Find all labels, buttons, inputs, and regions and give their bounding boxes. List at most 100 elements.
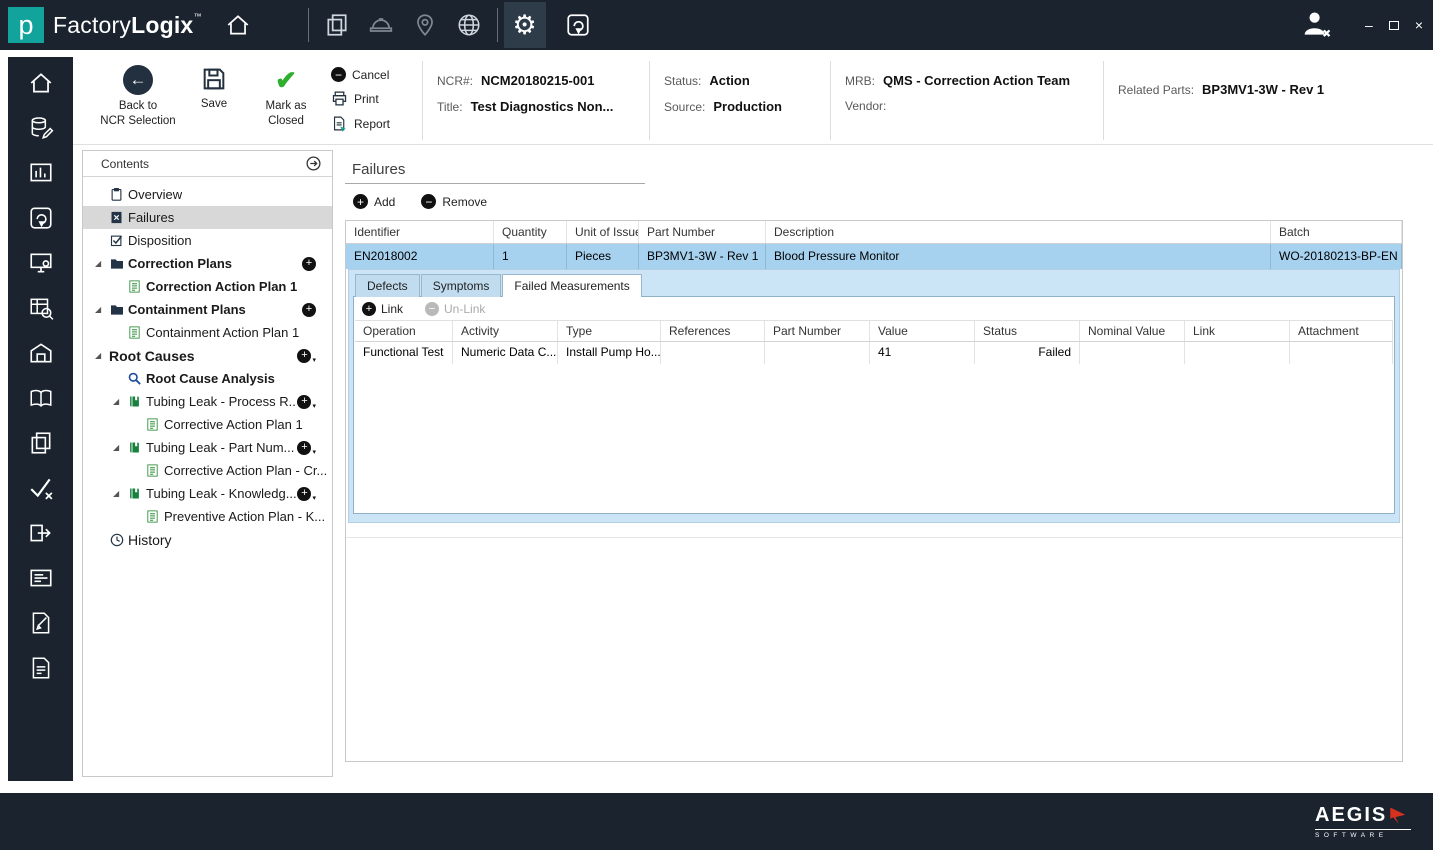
tab-failed-measurements[interactable]: Failed Measurements — [502, 274, 641, 297]
tree-item-preventive-action-plan-k[interactable]: Preventive Action Plan - K... — [83, 505, 332, 528]
user-logout-icon[interactable] — [1299, 7, 1333, 41]
sidebar-transfer-icon[interactable] — [27, 519, 55, 547]
remove-failure-button[interactable]: − Remove — [421, 194, 487, 209]
minimize-icon[interactable]: – — [1365, 17, 1373, 33]
tree-item-correction-plans[interactable]: ◢ Correction Plans + — [83, 252, 332, 275]
factorylogix-logo: p — [8, 7, 44, 43]
add-containment-plan-button[interactable]: + — [302, 303, 316, 317]
contents-tree: Overview Failures Disposition ◢ Correcti… — [83, 177, 332, 551]
unlink-button[interactable]: − Un-Link — [425, 302, 485, 316]
add-failure-button[interactable]: + Add — [353, 194, 395, 209]
expander-icon[interactable]: ◢ — [95, 305, 109, 314]
column-header-activity[interactable]: Activity — [453, 321, 558, 341]
sidebar-validate-icon[interactable] — [27, 474, 55, 502]
column-header-unit-of-issue[interactable]: Unit of Issue — [567, 221, 639, 243]
expander-icon[interactable]: ◢ — [113, 397, 127, 406]
location-pin-icon[interactable] — [403, 3, 447, 47]
column-header-attachment[interactable]: Attachment — [1290, 321, 1393, 341]
add-plan-button[interactable]: +▾ — [297, 395, 316, 409]
sidebar-home-icon[interactable] — [27, 69, 55, 97]
sidebar-table-search-icon[interactable] — [27, 294, 55, 322]
tree-item-root-causes[interactable]: ◢ Root Causes +▾ — [83, 344, 332, 367]
failure-row-selected[interactable]: EN2018002 1 Pieces BP3MV1-3W - Rev 1 Blo… — [346, 244, 1402, 269]
print-button[interactable]: Print — [331, 90, 422, 107]
green-list-icon — [145, 509, 164, 524]
add-plan-button[interactable]: +▾ — [297, 487, 316, 501]
sidebar-book-icon[interactable] — [27, 384, 55, 412]
mark-as-closed-button[interactable]: ✔ Mark asClosed — [245, 57, 327, 144]
column-header-status[interactable]: Status — [975, 321, 1080, 341]
hardhat-icon[interactable] — [359, 3, 403, 47]
clipboard-icon — [109, 187, 128, 202]
tree-item-tubing-leak-process[interactable]: ◢ Tubing Leak - Process R... +▾ — [83, 390, 332, 413]
expander-icon[interactable]: ◢ — [95, 259, 109, 268]
tree-item-containment-action-plan-1[interactable]: Containment Action Plan 1 — [83, 321, 332, 344]
expander-icon[interactable]: ◢ — [113, 489, 127, 498]
expander-icon[interactable]: ◢ — [95, 351, 109, 360]
globe-icon[interactable] — [447, 3, 491, 47]
column-header-identifier[interactable]: Identifier — [346, 221, 494, 243]
sidebar-document-edit-icon[interactable] — [27, 609, 55, 637]
cancel-button[interactable]: − Cancel — [331, 67, 422, 82]
tab-symptoms[interactable]: Symptoms — [421, 274, 502, 297]
tree-item-failures[interactable]: Failures — [83, 206, 332, 229]
link-button[interactable]: + Link — [362, 302, 403, 316]
column-header-operation[interactable]: Operation — [355, 321, 453, 341]
bottom-bar: AEGIS SOFTWARE — [0, 793, 1433, 850]
sidebar-report-edit-icon[interactable] — [27, 654, 55, 682]
tab-defects[interactable]: Defects — [355, 274, 420, 297]
sidebar-database-edit-icon[interactable] — [27, 114, 55, 142]
sidebar-sync-icon[interactable] — [27, 204, 55, 232]
close-icon[interactable]: × — [1415, 17, 1423, 33]
column-header-description[interactable]: Description — [766, 221, 1271, 243]
column-header-references[interactable]: References — [661, 321, 765, 341]
tree-item-containment-plans[interactable]: ◢ Containment Plans + — [83, 298, 332, 321]
remove-icon: − — [421, 194, 436, 209]
measurement-row[interactable]: Functional Test Numeric Data C... Instal… — [355, 342, 1393, 364]
tree-item-corrective-action-plan-cr[interactable]: Corrective Action Plan - Cr... — [83, 459, 332, 482]
add-correction-plan-button[interactable]: + — [302, 257, 316, 271]
report-button[interactable]: Report — [331, 115, 422, 132]
column-header-type[interactable]: Type — [558, 321, 661, 341]
add-plan-button[interactable]: +▾ — [297, 441, 316, 455]
column-header-nominal-value[interactable]: Nominal Value — [1080, 321, 1185, 341]
source-value: Production — [713, 99, 782, 114]
column-header-quantity[interactable]: Quantity — [494, 221, 567, 243]
column-header-link[interactable]: Link — [1185, 321, 1290, 341]
contents-title: Contents — [101, 157, 305, 171]
source-label: Source: — [664, 100, 705, 114]
tree-item-history[interactable]: History — [83, 528, 332, 551]
tree-item-tubing-leak-part[interactable]: ◢ Tubing Leak - Part Num... +▾ — [83, 436, 332, 459]
sync-history-icon[interactable] — [556, 3, 600, 47]
tree-item-correction-action-plan-1[interactable]: Correction Action Plan 1 — [83, 275, 332, 298]
column-header-part-number[interactable]: Part Number — [765, 321, 870, 341]
column-header-part-number[interactable]: Part Number — [639, 221, 766, 243]
maximize-icon[interactable] — [1389, 21, 1399, 30]
save-button[interactable]: Save — [183, 57, 245, 144]
green-list-icon — [145, 463, 164, 478]
sidebar-monitor-icon[interactable] — [27, 249, 55, 277]
expander-icon[interactable]: ◢ — [113, 443, 127, 452]
sidebar-card-icon[interactable] — [27, 564, 55, 592]
related-parts-value: BP3MV1-3W - Rev 1 — [1202, 82, 1324, 97]
home-icon[interactable] — [216, 3, 260, 47]
tree-item-root-cause-analysis[interactable]: Root Cause Analysis — [83, 367, 332, 390]
back-to-ncr-selection-button[interactable]: ← Back toNCR Selection — [93, 57, 183, 144]
ncr-number-value: NCM20180215-001 — [481, 73, 594, 88]
collapse-panel-icon[interactable] — [305, 155, 322, 172]
sidebar-warehouse-icon[interactable] — [27, 339, 55, 367]
tree-item-tubing-leak-knowledge[interactable]: ◢ Tubing Leak - Knowledg... +▾ — [83, 482, 332, 505]
column-header-value[interactable]: Value — [870, 321, 975, 341]
tree-item-overview[interactable]: Overview — [83, 183, 332, 206]
sidebar-org-chart-icon[interactable] — [27, 159, 55, 187]
settings-gear-selected[interactable]: ⚙ — [504, 2, 546, 48]
related-parts-label: Related Parts: — [1118, 83, 1194, 97]
tree-item-disposition[interactable]: Disposition — [83, 229, 332, 252]
column-header-batch[interactable]: Batch — [1271, 221, 1402, 243]
failures-grid-header: Identifier Quantity Unit of Issue Part N… — [346, 221, 1402, 244]
tree-item-corrective-action-plan-1[interactable]: Corrective Action Plan 1 — [83, 413, 332, 436]
documents-icon[interactable] — [315, 3, 359, 47]
vendor-label: Vendor: — [845, 99, 886, 113]
add-root-cause-button[interactable]: +▾ — [297, 349, 316, 363]
sidebar-copy-icon[interactable] — [27, 429, 55, 457]
